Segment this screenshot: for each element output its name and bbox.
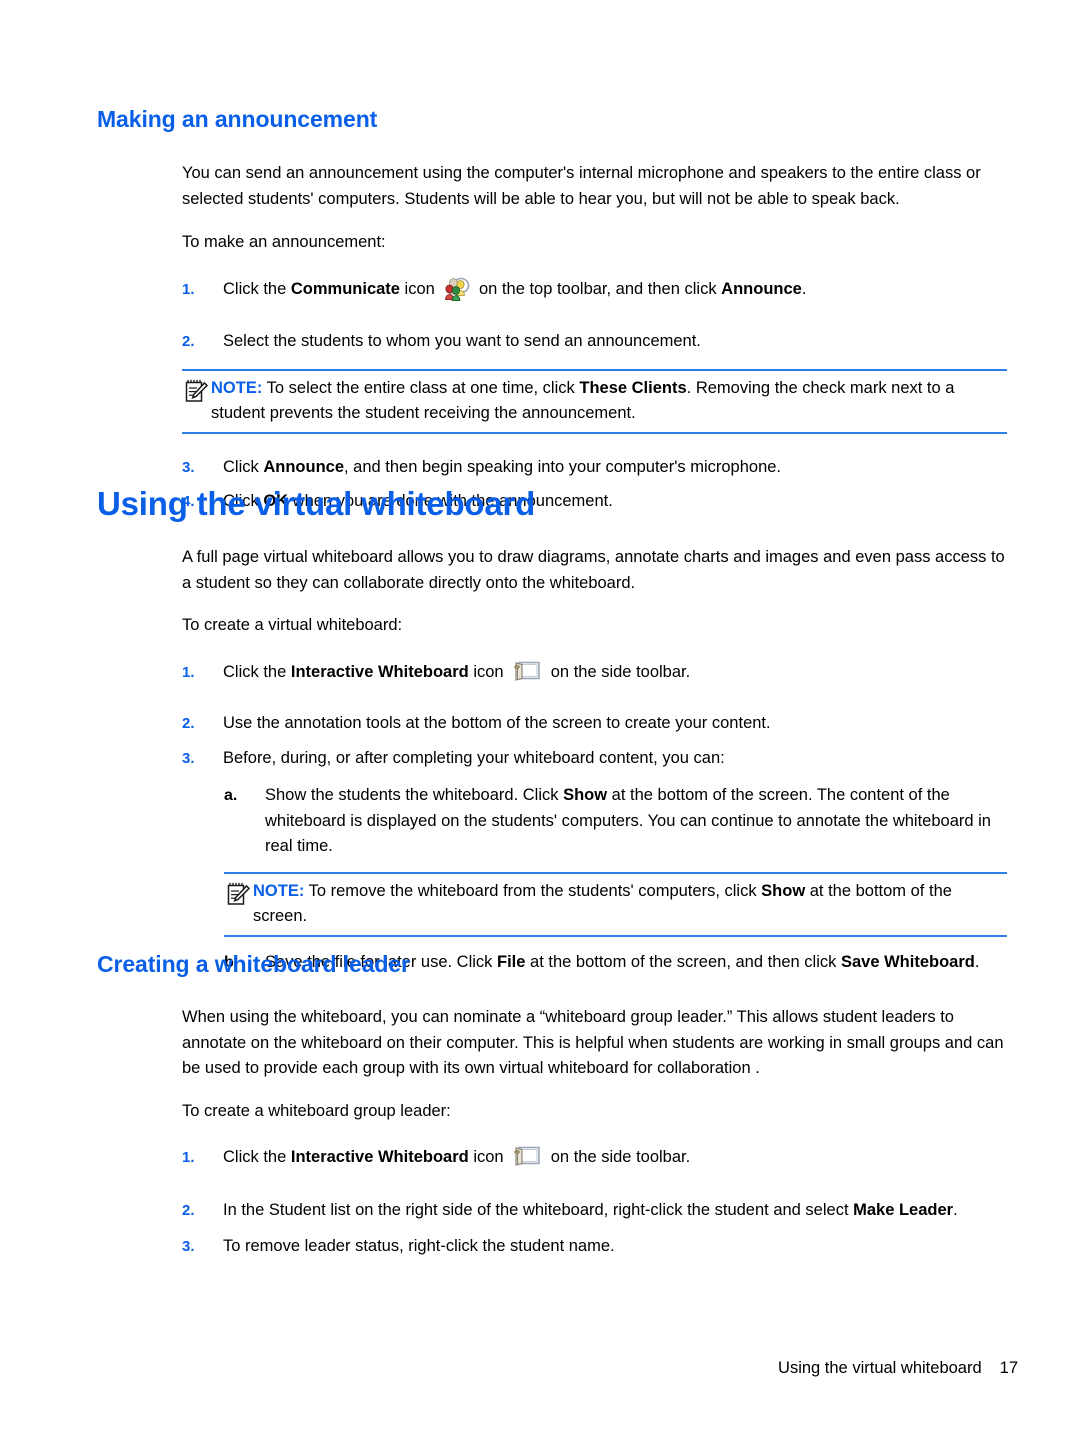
step-text-post: on the top toolbar, and then click bbox=[474, 279, 722, 298]
list-item: 2. In the Student list on the right side… bbox=[182, 1198, 1007, 1224]
list-item-body: Click the Interactive Whiteboard icon on… bbox=[223, 660, 1007, 693]
communicate-icon bbox=[443, 277, 470, 310]
list-item: 1. Click the Communicate icon on the top… bbox=[182, 277, 1007, 310]
step-text-end: . bbox=[801, 279, 807, 298]
page-title-making-an-announcement: Making an announcement bbox=[97, 106, 378, 132]
ui-term-show: Show bbox=[563, 786, 608, 804]
step-text-pre: In the Student list on the right side of… bbox=[223, 1200, 854, 1219]
list-item: a. Show the students the whiteboard. Cli… bbox=[224, 783, 1007, 860]
ui-term-these-clients: These Clients bbox=[579, 378, 687, 397]
list-item-body: In the Student list on the right side of… bbox=[223, 1198, 1007, 1224]
footer-page-number: 17 bbox=[999, 1359, 1018, 1377]
step-text-mid: icon bbox=[399, 279, 440, 298]
ui-term-interactive-whiteboard: Interactive Whiteboard bbox=[290, 1148, 469, 1166]
intro-paragraph: A full page virtual whiteboard allows yo… bbox=[182, 548, 1005, 592]
list-marker: 3. bbox=[182, 458, 195, 476]
list-item-body: Use the annotation tools at the bottom o… bbox=[223, 714, 771, 732]
step-text-mid: icon bbox=[468, 1148, 509, 1166]
section-making-an-announcement: Making an announcement You can send an a… bbox=[97, 105, 1007, 515]
section-creating-a-whiteboard-leader: Creating a whiteboard leader When using … bbox=[97, 950, 1007, 1260]
note-text-pre: To select the entire class at one time, … bbox=[262, 378, 580, 397]
list-item-body: Click the Communicate icon on the top to… bbox=[223, 277, 1007, 310]
list-item: 1. Click the Interactive Whiteboard icon… bbox=[182, 1145, 1007, 1178]
section-using-the-virtual-whiteboard: Using the virtual whiteboard A full page… bbox=[97, 484, 1007, 975]
note-label: NOTE: bbox=[211, 378, 263, 397]
step-text-end: , and then begin speaking into your comp… bbox=[344, 457, 782, 476]
lead-in-text: To make an announcement: bbox=[182, 233, 386, 251]
list-marker: 2. bbox=[182, 715, 195, 732]
note-pad-pencil-icon bbox=[225, 881, 251, 907]
page-title-using-the-virtual-whiteboard: Using the virtual whiteboard bbox=[97, 485, 536, 522]
step-text-mid: icon bbox=[468, 662, 509, 681]
lead-in-text: To create a whiteboard group leader: bbox=[182, 1101, 451, 1120]
list-marker: 3. bbox=[182, 749, 195, 767]
list-item: 2. Use the annotation tools at the botto… bbox=[182, 711, 1007, 737]
step-text-post: on the side toolbar. bbox=[546, 1148, 691, 1166]
step-text-end: . bbox=[953, 1200, 958, 1219]
intro-paragraph: When using the whiteboard, you can nomin… bbox=[182, 1008, 1004, 1077]
step-text-pre: Click the bbox=[223, 1148, 291, 1166]
step-text-pre: Click bbox=[223, 457, 264, 476]
intro-paragraph: You can send an announcement using the c… bbox=[182, 164, 981, 208]
footer-chapter-title: Using the virtual whiteboard bbox=[778, 1359, 982, 1377]
note-body: NOTE: To remove the whiteboard from the … bbox=[253, 879, 1007, 930]
step-text-post: on the side toolbar. bbox=[546, 662, 691, 681]
ui-term-announce: Announce bbox=[721, 279, 802, 298]
page-footer: Using the virtual whiteboard 17 bbox=[0, 1357, 1080, 1379]
note-label: NOTE: bbox=[253, 881, 305, 900]
list-marker: a. bbox=[224, 787, 238, 804]
list-item: 3. Before, during, or after completing y… bbox=[182, 746, 1007, 772]
document-page: Making an announcement You can send an a… bbox=[0, 0, 1080, 1437]
substep-text-pre: Show the students the whiteboard. Click bbox=[265, 786, 564, 804]
list-item-body: Click Announce, and then begin speaking … bbox=[223, 455, 1007, 481]
list-item: 3. To remove leader status, right-click … bbox=[182, 1234, 1007, 1260]
list-item: 2. Select the students to whom you want … bbox=[182, 329, 1007, 355]
note-body: NOTE: To select the entire class at one … bbox=[211, 376, 1007, 427]
list-item-body: Show the students the whiteboard. Click … bbox=[265, 783, 1007, 860]
list-item-body: Click the Interactive Whiteboard icon on… bbox=[223, 1145, 1007, 1178]
ui-term-announce: Announce bbox=[263, 457, 345, 476]
ui-term-make-leader: Make Leader bbox=[853, 1200, 954, 1219]
interactive-whiteboard-icon bbox=[512, 1145, 542, 1178]
lead-in-text: To create a virtual whiteboard: bbox=[182, 616, 403, 634]
note-pad-pencil-icon bbox=[183, 378, 209, 404]
step-text-pre: Click the bbox=[223, 662, 291, 681]
list-marker: 3. bbox=[182, 1238, 195, 1255]
list-marker: 2. bbox=[182, 1201, 195, 1219]
note-block: NOTE: To select the entire class at one … bbox=[182, 368, 1007, 434]
note-block: NOTE: To remove the whiteboard from the … bbox=[224, 871, 1007, 937]
list-marker: 2. bbox=[182, 333, 195, 350]
step-text-pre: Click the bbox=[223, 279, 291, 298]
list-item-body: Select the students to whom you want to … bbox=[223, 332, 701, 350]
ui-term-interactive-whiteboard: Interactive Whiteboard bbox=[290, 662, 469, 681]
page-title-creating-a-whiteboard-leader: Creating a whiteboard leader bbox=[97, 951, 410, 977]
interactive-whiteboard-icon bbox=[512, 660, 542, 693]
list-marker: 1. bbox=[182, 663, 195, 681]
list-marker: 1. bbox=[182, 280, 195, 298]
list-item: 1. Click the Interactive Whiteboard icon… bbox=[182, 660, 1007, 693]
ui-term-show: Show bbox=[761, 881, 806, 900]
note-text-pre: To remove the whiteboard from the studen… bbox=[304, 881, 762, 900]
list-marker: 1. bbox=[182, 1149, 195, 1166]
ui-term-communicate: Communicate bbox=[290, 279, 400, 298]
list-item-body: Before, during, or after completing your… bbox=[223, 748, 725, 767]
list-item: 3. Click Announce, and then begin speaki… bbox=[182, 455, 1007, 481]
list-item-body: To remove leader status, right-click the… bbox=[223, 1237, 615, 1255]
